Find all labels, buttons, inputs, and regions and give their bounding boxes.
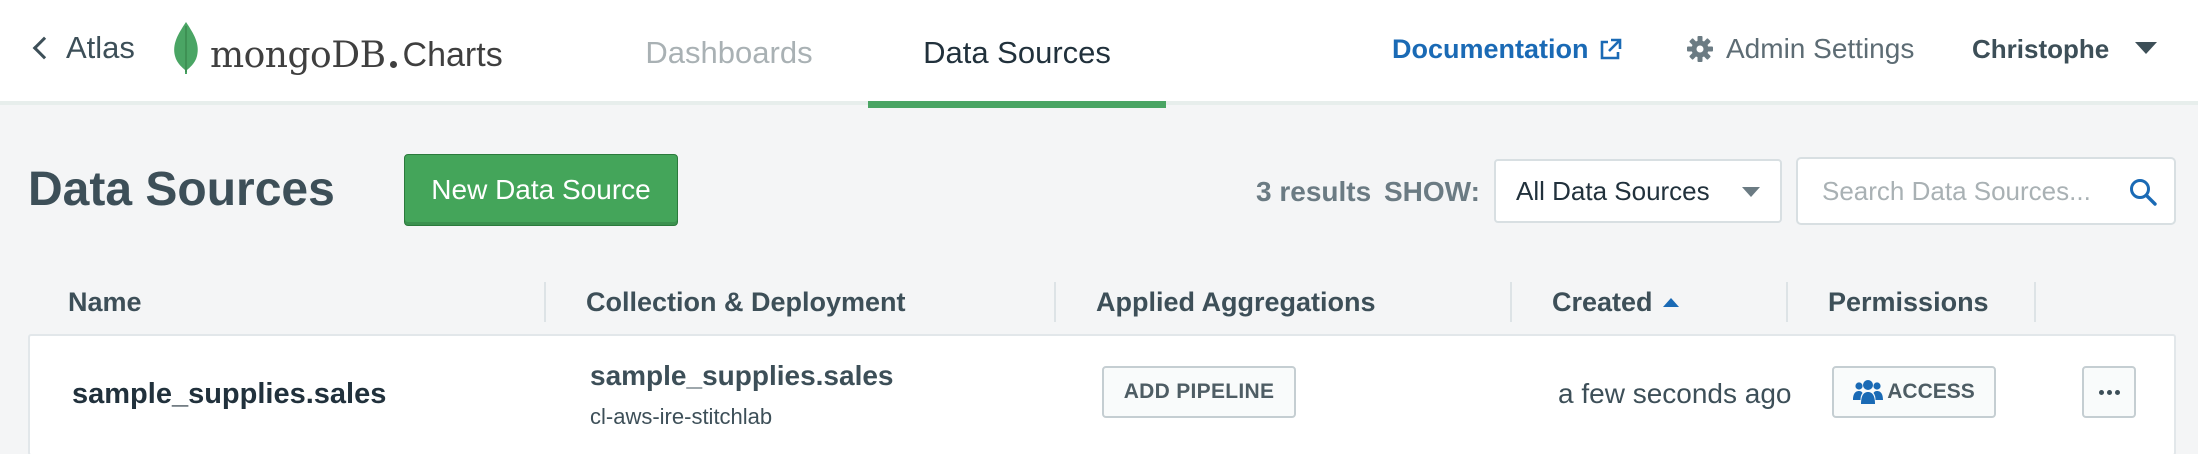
user-menu-name[interactable]: Christophe [1972, 34, 2109, 65]
search-input[interactable] [1822, 173, 2122, 209]
column-header-permissions[interactable]: Permissions [1828, 278, 1989, 326]
active-tab-indicator [868, 101, 1166, 108]
access-button[interactable]: ACCESS [1832, 366, 1996, 418]
search-icon[interactable] [2128, 177, 2158, 207]
show-filter-label: SHOW: [1384, 176, 1480, 207]
results-count: 3 results [1256, 176, 1372, 207]
logo-product-text: Charts [402, 36, 503, 75]
table-row[interactable]: sample_supplies.sales sample_supplies.sa… [28, 334, 2176, 454]
gear-icon [1687, 36, 1713, 62]
created-time: a few seconds ago [1558, 378, 1792, 409]
data-source-filter-select[interactable]: All Data Sources [1494, 159, 1782, 223]
filter-selected-value: All Data Sources [1516, 175, 1710, 206]
column-header-created-label: Created [1552, 286, 1653, 317]
column-divider [544, 282, 546, 322]
access-button-label: ACCESS [1887, 380, 1975, 403]
admin-settings-label: Admin Settings [1726, 33, 1915, 64]
external-link-icon [1600, 38, 1621, 59]
column-header-created[interactable]: Created [1552, 278, 1679, 326]
page-title: Data Sources [28, 163, 335, 216]
select-caret-icon [1742, 187, 1760, 197]
column-header-aggregations[interactable]: Applied Aggregations [1096, 278, 1376, 326]
admin-settings-link[interactable]: Admin Settings [1686, 33, 1914, 65]
logo-dot [389, 61, 397, 68]
mongodb-leaf-icon [174, 22, 198, 74]
column-divider [1510, 282, 1512, 322]
add-pipeline-button[interactable]: ADD PIPELINE [1102, 366, 1296, 418]
column-divider [1786, 282, 1788, 322]
more-options-icon [2098, 389, 2104, 395]
documentation-label: Documentation [1392, 34, 1589, 64]
caret-down-icon[interactable] [2135, 42, 2157, 54]
top-nav-bar: Atlas mongoDB Charts Dashboards Data Sou… [0, 0, 2198, 108]
mongodb-charts-logo[interactable]: mongoDB Charts [172, 22, 503, 74]
column-header-collection[interactable]: Collection & Deployment [586, 278, 906, 326]
more-options-icon [2106, 389, 2112, 395]
chevron-left-icon [32, 36, 56, 60]
table-header: Name Collection & Deployment Applied Agg… [28, 278, 2176, 326]
new-data-source-button[interactable]: New Data Source [404, 154, 678, 226]
search-box[interactable] [1796, 157, 2176, 225]
logo-brand-text: mongoDB [210, 35, 386, 76]
column-divider [1054, 282, 1056, 322]
documentation-link[interactable]: Documentation [1392, 34, 1623, 65]
sort-ascending-icon [1662, 297, 1679, 307]
data-source-name[interactable]: sample_supplies.sales [72, 378, 386, 411]
tab-dashboards[interactable]: Dashboards [614, 0, 844, 105]
atlas-back-link[interactable]: Atlas [30, 30, 135, 66]
column-divider [2034, 282, 2036, 322]
more-options-button[interactable] [2082, 366, 2136, 418]
deployment-name: cl-aws-ire-stitchlab [590, 404, 773, 429]
atlas-link-label: Atlas [66, 30, 135, 65]
more-options-icon [2114, 389, 2120, 395]
users-icon [1853, 380, 1884, 404]
column-header-name[interactable]: Name [68, 278, 142, 326]
collection-name: sample_supplies.sales [590, 360, 894, 391]
tab-data-sources[interactable]: Data Sources [868, 0, 1166, 105]
